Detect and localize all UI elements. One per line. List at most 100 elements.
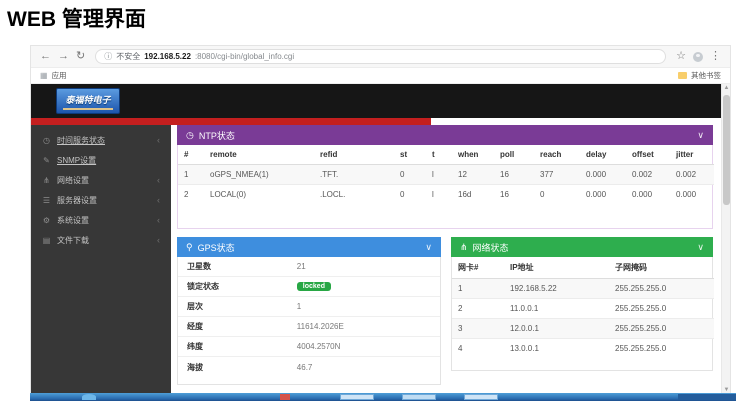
table-cell: LOCAL(0) <box>204 185 314 205</box>
table-cell: 12.0.0.1 <box>504 319 609 339</box>
bookmark-star-icon[interactable]: ☆ <box>676 51 686 62</box>
server-icon: ☰ <box>42 196 51 205</box>
logo-text: 泰福特电子 <box>65 93 110 106</box>
table-cell: 192.168.5.22 <box>504 279 609 299</box>
field-value: 1 <box>297 302 301 311</box>
sidebar-item-file-download[interactable]: ▤ 文件下载 ‹ <box>31 230 171 250</box>
chevron-left-icon: ‹ <box>157 135 160 145</box>
ntp-status-panel: ◷ NTP状态 ∨ # remote refid st t <box>177 125 713 229</box>
refresh-button[interactable]: ↻ <box>76 51 85 62</box>
col-header: jitter <box>670 145 714 165</box>
chevron-left-icon: ‹ <box>157 215 160 225</box>
table-cell: 11.0.0.1 <box>504 299 609 319</box>
taskbar-icon-fragment <box>340 394 374 400</box>
table-cell: 2 <box>452 299 504 319</box>
table-cell: 0 <box>394 165 426 185</box>
table-header-row: 网卡# IP地址 子网掩码 <box>452 257 714 279</box>
apps-grid-icon: ▦ <box>40 71 48 80</box>
chevron-down-icon[interactable]: ∨ <box>697 242 704 253</box>
scrollbar-thumb[interactable] <box>723 95 730 205</box>
table-cell: 3 <box>452 319 504 339</box>
gps-field-longitude: 经度 11614.2026E <box>178 317 440 337</box>
chevron-left-icon: ‹ <box>157 195 160 205</box>
pencil-icon: ✎ <box>42 156 51 165</box>
field-label: 锁定状态 <box>187 281 297 292</box>
col-header: # <box>178 145 204 165</box>
taskbar-icon-fragment <box>280 394 290 400</box>
clock-icon: ◷ <box>42 136 51 145</box>
chevron-down-icon[interactable]: ∨ <box>697 130 704 141</box>
table-row: 2 LOCAL(0) .LOCL. 0 l 16d 16 0 0.000 0.0… <box>178 185 714 205</box>
sidebar-item-label: 网络设置 <box>57 175 89 186</box>
chevron-down-icon[interactable]: ∨ <box>425 242 432 253</box>
company-logo: 泰福特电子 <box>56 88 120 114</box>
table-cell: 16 <box>494 165 534 185</box>
sidebar-item-snmp-settings[interactable]: ✎ SNMP设置 <box>31 150 171 170</box>
apps-label: 应用 <box>52 70 67 81</box>
col-header: t <box>426 145 452 165</box>
profile-icon[interactable] <box>693 52 703 62</box>
table-cell: 0.000 <box>670 185 714 205</box>
browser-toolbar: ← → ↻ ⓘ 不安全 192.168.5.22:8080/cgi-bin/gl… <box>31 46 730 68</box>
chevron-left-icon: ‹ <box>157 175 160 185</box>
sidebar-item-network-settings[interactable]: ⋔ 网络设置 ‹ <box>31 170 171 190</box>
taskbar-icon-fragment <box>678 394 736 400</box>
other-bookmarks[interactable]: 其他书签 <box>678 70 721 81</box>
sitemap-icon: ⋔ <box>42 176 51 185</box>
sidebar-item-label: 系统设置 <box>57 215 89 226</box>
table-row: 2 11.0.0.1 255.255.255.0 <box>452 299 714 319</box>
col-header: offset <box>626 145 670 165</box>
location-pin-icon: ⚲ <box>186 242 193 253</box>
col-header: delay <box>580 145 626 165</box>
field-value: 11614.2026E <box>297 322 344 331</box>
table-cell: .LOCL. <box>314 185 394 205</box>
network-icon: ⋔ <box>460 242 468 253</box>
ntp-panel-header[interactable]: ◷ NTP状态 ∨ <box>177 125 713 145</box>
gps-panel-header[interactable]: ⚲ GPS状态 ∨ <box>177 237 441 257</box>
table-cell: 0 <box>394 185 426 205</box>
scrollbar-track[interactable]: ▲ ▼ <box>721 84 730 394</box>
browser-window: ← → ↻ ⓘ 不安全 192.168.5.22:8080/cgi-bin/gl… <box>30 45 731 393</box>
network-panel-header[interactable]: ⋔ 网络状态 ∨ <box>451 237 713 257</box>
gps-field-latitude: 纬度 4004.2570N <box>178 337 440 357</box>
col-header: poll <box>494 145 534 165</box>
forward-button[interactable]: → <box>58 51 69 62</box>
field-value: 46.7 <box>297 363 313 372</box>
table-row: 4 13.0.0.1 255.255.255.0 <box>452 339 714 359</box>
clock-icon: ◷ <box>186 130 194 141</box>
sidebar-item-label: 时间服务状态 <box>57 135 105 146</box>
apps-bookmark[interactable]: ▦ 应用 <box>40 70 67 81</box>
col-header: reach <box>534 145 580 165</box>
gps-field-altitude: 海拔 46.7 <box>178 357 440 377</box>
table-cell: 16 <box>494 185 534 205</box>
sidebar-item-label: 文件下载 <box>57 235 89 246</box>
field-label: 海拔 <box>187 362 297 373</box>
back-button[interactable]: ← <box>40 51 51 62</box>
table-cell: l <box>426 165 452 185</box>
sidebar-item-label: SNMP设置 <box>57 155 96 166</box>
sidebar-item-system-settings[interactable]: ⚙ 系统设置 ‹ <box>31 210 171 230</box>
sidebar-item-server-settings[interactable]: ☰ 服务器设置 ‹ <box>31 190 171 210</box>
panel-title: 网络状态 <box>473 241 509 254</box>
overflow-menu-icon[interactable]: ⋮ <box>710 51 721 62</box>
scroll-up-icon[interactable]: ▲ <box>722 85 730 91</box>
table-cell: 0 <box>534 185 580 205</box>
red-accent-bar <box>31 118 431 125</box>
gear-icon: ⚙ <box>42 216 51 225</box>
table-cell: 377 <box>534 165 580 185</box>
network-panel-body: 网卡# IP地址 子网掩码 1 192.168.5.22 255.255.255… <box>451 257 713 371</box>
web-page-viewport: 泰福特电子 ◷ 时间服务状态 ‹ ✎ SNMP设置 ⋔ 网络设置 ‹ ☰ 服务 <box>31 84 730 394</box>
url-host: 192.168.5.22 <box>144 52 191 61</box>
address-bar[interactable]: ⓘ 不安全 192.168.5.22:8080/cgi-bin/global_i… <box>95 49 666 64</box>
field-label: 层次 <box>187 301 297 312</box>
info-icon[interactable]: ⓘ <box>104 51 112 62</box>
table-cell: 1 <box>178 165 204 185</box>
page-title: WEB 管理界面 <box>7 3 146 33</box>
table-cell: 255.255.255.0 <box>609 279 714 299</box>
download-folder-icon: ▤ <box>42 236 51 245</box>
sidebar-item-time-service-status[interactable]: ◷ 时间服务状态 ‹ <box>31 130 171 150</box>
col-header: when <box>452 145 494 165</box>
table-cell: 255.255.255.0 <box>609 299 714 319</box>
gps-field-satellites: 卫星数 21 <box>178 257 440 277</box>
table-cell: 1 <box>452 279 504 299</box>
